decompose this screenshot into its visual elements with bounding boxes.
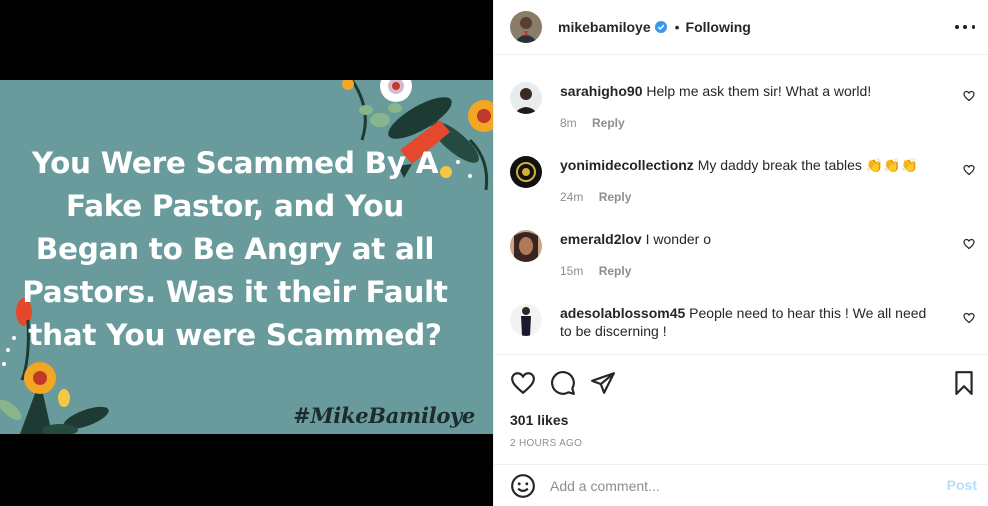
bookmark-icon[interactable] (951, 370, 977, 396)
comment-body: I wonder o (645, 231, 711, 247)
reply-button[interactable]: Reply (599, 264, 632, 278)
post-text-line: Pastors. Was it their Fault (22, 275, 448, 309)
reply-button[interactable]: Reply (592, 116, 625, 130)
post-text-line: that You were Scammed? (28, 318, 442, 352)
comment-item: adesolablossom45 People need to hear thi… (510, 304, 975, 344)
author-username[interactable]: mikebamiloye (558, 19, 651, 35)
comment-text: emerald2lov I wonder o (560, 230, 940, 248)
verified-badge-icon (654, 21, 667, 33)
paper-plane-icon[interactable] (590, 370, 616, 396)
post-timestamp: 2 HOURS AGO (510, 438, 583, 449)
comment-item: sarahigho90 Help me ask them sir! What a… (510, 82, 975, 134)
smiley-icon[interactable] (510, 473, 536, 499)
commenter-avatar[interactable] (510, 230, 542, 262)
comment-input[interactable] (550, 473, 920, 499)
post-side-panel: mikebamiloye • Following sarahigho90 Hel… (493, 0, 988, 506)
post-text-line: Began to Be Angry at all (35, 232, 435, 266)
comment-like-heart-icon[interactable] (963, 312, 975, 324)
header-separator: • (674, 19, 680, 35)
commenter-avatar[interactable] (510, 156, 542, 188)
commenter-username[interactable]: emerald2lov (560, 231, 642, 247)
more-options-icon[interactable] (955, 17, 975, 37)
comment-meta: 24m Reply (560, 190, 631, 204)
post-comment-button[interactable]: Post (947, 477, 977, 493)
media-pane: You Were Scammed By A Fake Pastor, and Y… (0, 0, 493, 506)
commenter-username[interactable]: yonimidecollectionz (560, 157, 694, 173)
comment-like-heart-icon[interactable] (963, 238, 975, 250)
comment-body: Help me ask them sir! What a world! (646, 83, 872, 99)
post-text-line: Fake Pastor, and You (65, 189, 404, 223)
author-avatar[interactable] (510, 11, 542, 43)
heart-icon[interactable] (510, 370, 536, 396)
comment-time: 15m (560, 264, 584, 278)
comment-text: yonimidecollectionz My daddy break the t… (560, 156, 940, 174)
comment-text: sarahigho90 Help me ask them sir! What a… (560, 82, 940, 100)
commenter-username[interactable]: sarahigho90 (560, 83, 642, 99)
comment-time: 24m (560, 190, 584, 204)
post-image-text: You Were Scammed By A Fake Pastor, and Y… (0, 142, 470, 357)
likes-count[interactable]: 301 likes (510, 412, 568, 428)
commenter-avatar[interactable] (510, 82, 542, 114)
post-hashtag: #MikeBamiloye (293, 403, 475, 428)
comment-time: 8m (560, 116, 577, 130)
comment-like-heart-icon[interactable] (963, 90, 975, 102)
comment-body: My daddy break the tables 👏👏👏 (697, 157, 919, 173)
post-actions: 301 likes 2 HOURS AGO (494, 354, 988, 464)
comment-meta: 15m Reply (560, 264, 631, 278)
commenter-avatar[interactable] (510, 304, 542, 336)
comments-list[interactable]: sarahigho90 Help me ask them sir! What a… (494, 56, 988, 354)
reply-button[interactable]: Reply (599, 190, 632, 204)
instagram-post-dialog: You Were Scammed By A Fake Pastor, and Y… (0, 0, 988, 506)
commenter-username[interactable]: adesolablossom45 (560, 305, 685, 321)
post-text-line: You Were Scammed By A (31, 146, 439, 180)
comment-item: emerald2lov I wonder o 15m Reply (510, 230, 975, 282)
post-header: mikebamiloye • Following (494, 0, 988, 55)
comment-text: adesolablossom45 People need to hear thi… (560, 304, 940, 340)
following-button[interactable]: Following (686, 19, 751, 35)
post-image[interactable]: You Were Scammed By A Fake Pastor, and Y… (0, 80, 493, 434)
comment-item: yonimidecollectionz My daddy break the t… (510, 156, 975, 208)
comment-bubble-icon[interactable] (550, 370, 576, 396)
add-comment-bar: Post (494, 464, 988, 506)
comment-meta: 8m Reply (560, 116, 625, 130)
comment-like-heart-icon[interactable] (963, 164, 975, 176)
